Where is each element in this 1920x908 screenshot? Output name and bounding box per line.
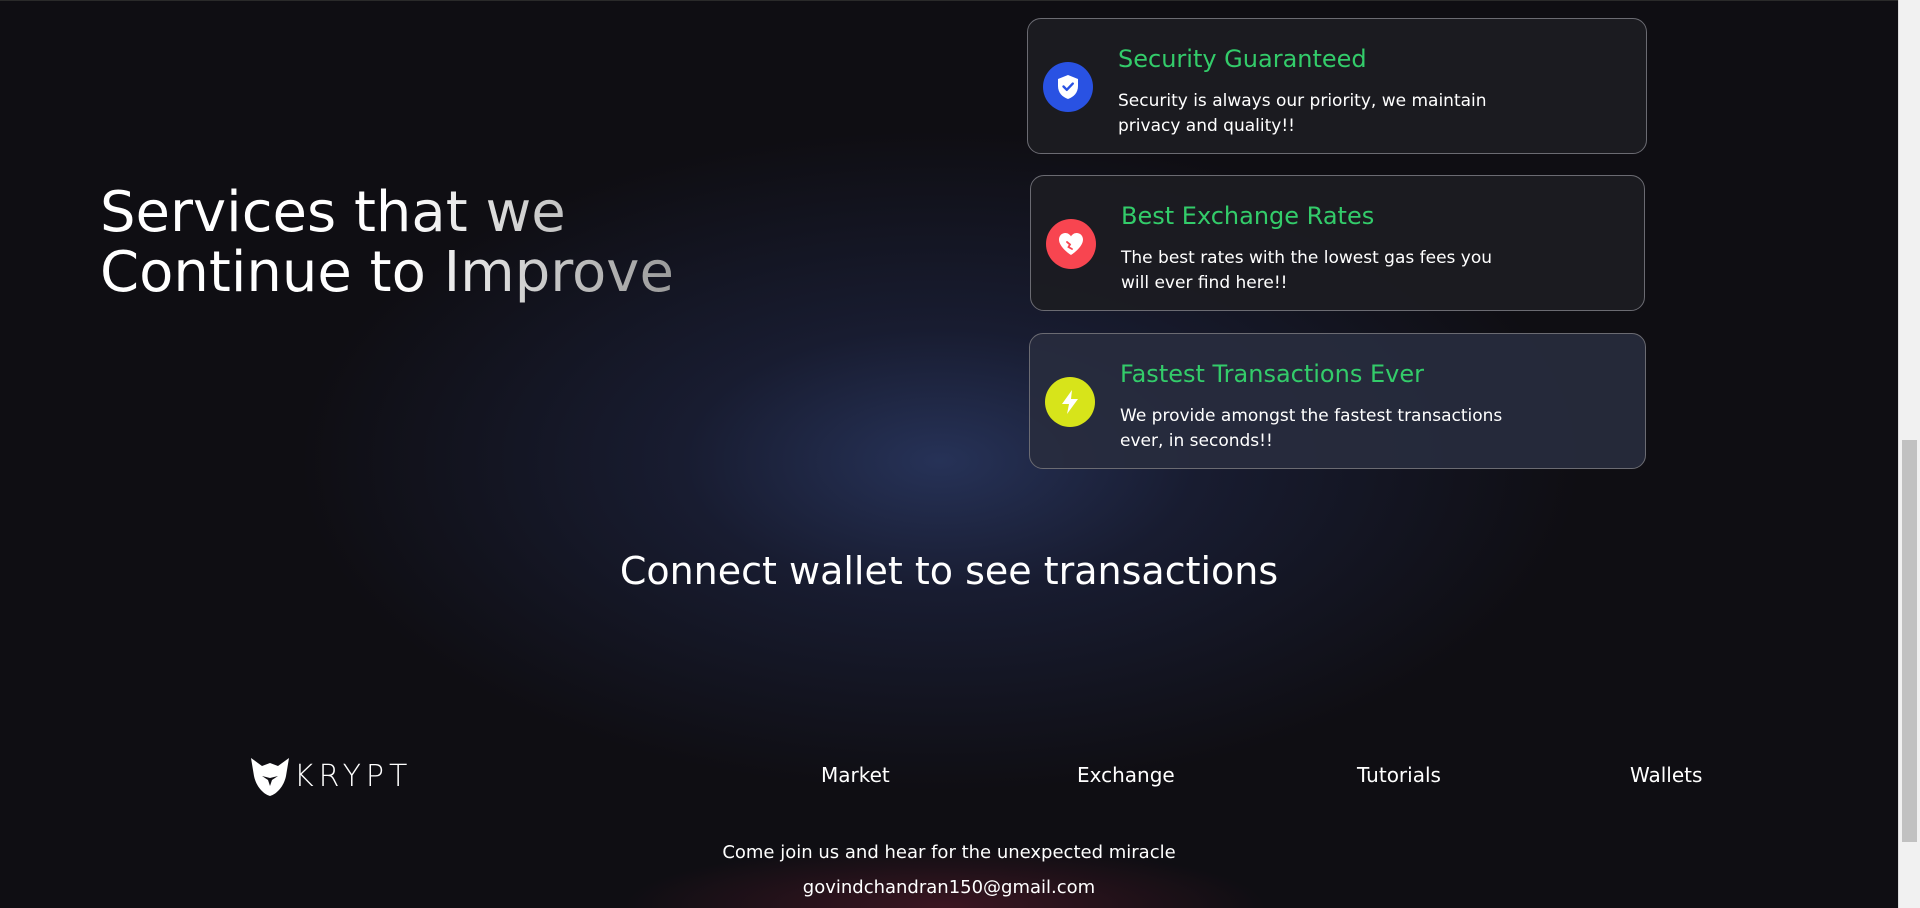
vertical-scrollbar[interactable]	[1898, 0, 1920, 908]
service-description: The best rates with the lowest gas fees …	[1121, 248, 1493, 293]
service-description: We provide amongst the fastest transacti…	[1120, 406, 1503, 451]
service-card-security: Security Guaranteed Security is always o…	[1027, 18, 1647, 154]
footer-email[interactable]: govindchandran150@gmail.com	[0, 877, 1898, 898]
shield-check-icon	[1043, 62, 1093, 112]
service-title: Best Exchange Rates	[1121, 202, 1375, 230]
connect-wallet-message: Connect wallet to see transactions	[619, 549, 1279, 593]
services-heading-line1: Services that we	[100, 180, 566, 245]
scrollbar-thumb[interactable]	[1902, 440, 1917, 842]
service-card-fastest: Fastest Transactions Ever We provide amo…	[1029, 333, 1646, 469]
services-heading-line2: Continue to Improve	[100, 240, 674, 305]
footer-link-exchange[interactable]: Exchange	[1077, 763, 1175, 787]
service-card-exchange: Best Exchange Rates The best rates with …	[1030, 175, 1645, 311]
service-title: Security Guaranteed	[1118, 45, 1367, 73]
services-heading: Services that we Continue to Improve	[100, 183, 674, 303]
service-description: Security is always our priority, we main…	[1118, 91, 1487, 136]
service-title: Fastest Transactions Ever	[1120, 360, 1424, 388]
krypt-logo[interactable]: KRYPT	[248, 754, 412, 798]
footer-tagline: Come join us and hear for the unexpected…	[722, 842, 1176, 863]
heart-icon	[1046, 219, 1096, 269]
footer-link-wallets[interactable]: Wallets	[1630, 763, 1702, 787]
page: Services that we Continue to Improve Sec…	[0, 0, 1898, 908]
footer-link-market[interactable]: Market	[821, 763, 890, 787]
footer-link-tutorials[interactable]: Tutorials	[1357, 763, 1441, 787]
fox-logo-icon	[251, 758, 289, 796]
logo-text: KRYPT	[294, 758, 413, 794]
lightning-icon	[1045, 377, 1095, 427]
